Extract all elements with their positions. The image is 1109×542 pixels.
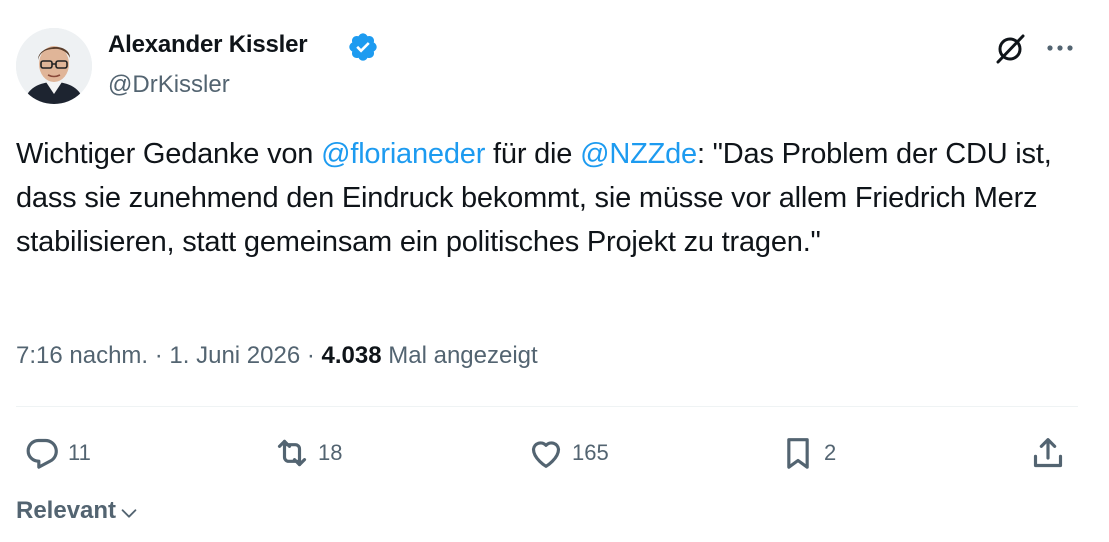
chevron-down-icon: [121, 509, 137, 518]
like-icon: [531, 441, 561, 468]
meta-separator: ·: [148, 342, 170, 369]
views-label: Mal angezeigt: [381, 342, 538, 369]
author-display-name[interactable]: Alexander Kissler: [108, 31, 308, 59]
like-count: 165: [572, 440, 609, 465]
repost-button[interactable]: 18: [272, 433, 342, 473]
grok-icon[interactable]: [992, 31, 1028, 67]
tweet-text: Wichtiger Gedanke von @florianeder für d…: [16, 132, 1076, 264]
repost-icon: [277, 439, 307, 467]
tweet-meta: 7:16 nachm. · 1. Juni 2026 · 4.038 Mal a…: [16, 342, 538, 370]
verified-badge-icon: [349, 33, 377, 61]
repost-count: 18: [318, 440, 343, 465]
reply-count: 11: [68, 440, 91, 465]
bookmark-button[interactable]: 2: [778, 433, 836, 473]
tweet-text-part: für die: [485, 138, 581, 170]
bookmark-count: 2: [824, 440, 837, 465]
share-icon: [1033, 438, 1063, 468]
sort-label: Relevant: [16, 497, 117, 524]
reply-icon: [26, 438, 58, 469]
tweet-date[interactable]: 1. Juni 2026: [169, 342, 300, 369]
tweet-time[interactable]: 7:16 nachm.: [16, 342, 148, 369]
divider: [16, 406, 1078, 407]
sort-relevant-dropdown[interactable]: Relevant: [16, 497, 140, 525]
mention-link[interactable]: @florianeder: [321, 138, 485, 170]
share-button[interactable]: [1028, 433, 1068, 473]
avatar[interactable]: [16, 28, 92, 104]
like-button[interactable]: 165: [526, 433, 609, 473]
author-handle[interactable]: @DrKissler: [108, 71, 230, 99]
meta-separator: ·: [300, 342, 322, 369]
views-count: 4.038: [321, 342, 382, 369]
more-icon[interactable]: [1042, 38, 1078, 58]
reply-button[interactable]: 11: [22, 433, 91, 473]
bookmark-icon: [787, 438, 809, 469]
mention-link[interactable]: @NZZde: [580, 138, 697, 170]
avatar-image: [16, 28, 92, 104]
tweet-text-part: Wichtiger Gedanke von: [16, 138, 322, 170]
